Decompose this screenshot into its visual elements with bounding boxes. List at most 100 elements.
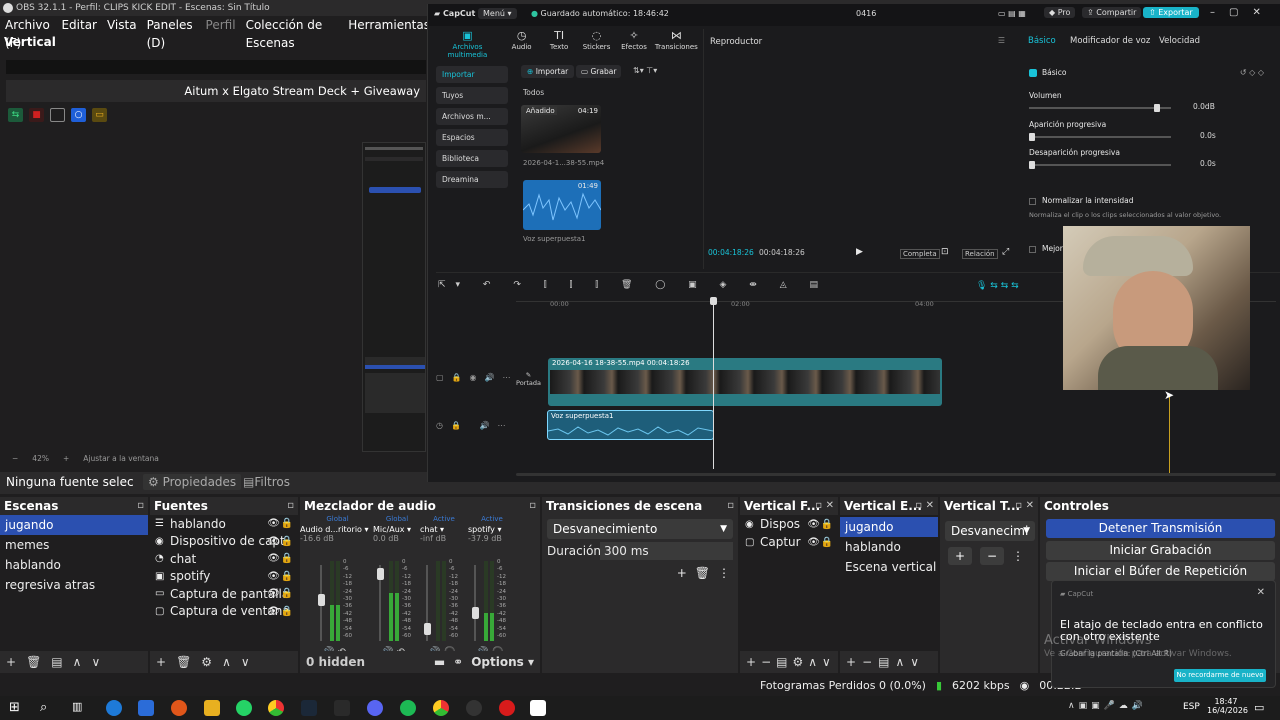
up-icon[interactable]: ∧ (808, 655, 817, 669)
lock-icon[interactable]: 🔒 (281, 536, 293, 547)
properties-button[interactable]: ⚙ Propiedades (143, 474, 242, 490)
close-icon[interactable]: ✕ (826, 497, 834, 515)
transition-select[interactable]: Desvanecimiento ▼ (547, 519, 733, 539)
fade-in-value[interactable]: 0.0s (1200, 131, 1216, 140)
zoom-minus-icon[interactable]: − (12, 454, 18, 463)
slider-knob[interactable] (1029, 133, 1035, 141)
menu-archivo[interactable]: Archivo (F) (5, 16, 51, 50)
chrome-icon[interactable] (433, 700, 449, 716)
complete-button[interactable]: Completa (900, 249, 940, 259)
share-button[interactable]: ⇪ Compartir (1082, 7, 1142, 18)
scene-item[interactable]: hablando (840, 537, 938, 557)
lock-icon[interactable]: 🔒 (281, 606, 293, 617)
menu-vista[interactable]: Vista (107, 16, 137, 34)
opera-icon[interactable] (499, 700, 515, 716)
volume-fader[interactable] (471, 565, 479, 641)
tab-stickers[interactable]: ◌ Stickers (580, 29, 613, 59)
eye-icon[interactable]: 👁 (807, 537, 820, 548)
stop-icon[interactable]: ■ (29, 108, 44, 122)
fade-out-value[interactable]: 0.0s (1200, 159, 1216, 168)
more-icon[interactable]: ⋮ (718, 566, 730, 580)
eye-icon[interactable]: 👁 (807, 519, 820, 530)
playhead[interactable] (713, 297, 714, 469)
slider-knob[interactable] (1154, 104, 1161, 112)
timeline-scrollbar[interactable] (516, 473, 1276, 476)
dock-menu-icon[interactable]: ▫ (815, 497, 822, 515)
down-icon[interactable]: ∨ (910, 655, 919, 669)
tab-text[interactable]: TI Texto (542, 29, 575, 59)
sort-filter-icons[interactable]: ⇅▾ ⊤▾ (633, 66, 657, 75)
source-item[interactable]: ▢ Captur 👁 🔒 (740, 533, 838, 551)
menu-paneles[interactable]: Paneles (D) (147, 16, 196, 50)
export-button[interactable]: ⇧ Exportar (1143, 7, 1199, 18)
add-icon[interactable]: + (156, 655, 166, 669)
dock-menu-icon[interactable]: ▫ (1015, 497, 1022, 515)
stream-deck-banner[interactable]: Aitum x Elgato Stream Deck + Giveaway (6, 80, 426, 102)
scene-item[interactable]: memes (0, 535, 148, 555)
up-icon[interactable]: ∧ (895, 655, 904, 669)
spotify-icon[interactable] (400, 700, 416, 716)
scene-item[interactable]: regresiva atras (0, 575, 148, 595)
gear-icon[interactable]: ⚙ (201, 655, 212, 669)
clock[interactable]: 18:47 16/4/2026 (1207, 697, 1248, 715)
volume-fader[interactable] (317, 565, 325, 641)
filter-icon[interactable]: ▤ (776, 655, 787, 669)
tab-speed[interactable]: Velocidad (1159, 36, 1200, 46)
chrome-icon[interactable] (268, 700, 284, 716)
cover-button[interactable]: ✎ Portada (516, 371, 541, 387)
down-icon[interactable]: ∨ (241, 655, 250, 669)
record-toggle-icon[interactable]: ⇆ (8, 108, 23, 122)
crop-icon[interactable]: ⊡ (941, 247, 949, 257)
search-icon[interactable]: ⌕ (40, 700, 56, 716)
media-clip-audio[interactable]: 01:49 (523, 180, 601, 230)
filter-icon[interactable]: ▤ (51, 655, 62, 669)
audio-clip[interactable]: Voz superpuesta1 (547, 410, 714, 440)
add-icon[interactable]: + (746, 655, 756, 669)
whatsapp-icon[interactable] (236, 700, 252, 716)
channel-name[interactable]: Audio d...ritorio ▾ (300, 525, 375, 534)
layout-icon[interactable]: ▭ ▤ ▦ (998, 9, 1026, 18)
up-icon[interactable]: ∧ (222, 655, 231, 669)
menu-herramientas[interactable]: Herramientas (348, 16, 430, 34)
volume-value[interactable]: 0.0dB (1193, 102, 1215, 111)
lock-icon[interactable]: 🔒 (281, 588, 293, 599)
channel-name[interactable]: spotify ▾ (468, 525, 516, 534)
source-item[interactable]: ◔ chat 👁 🔒 (150, 550, 298, 568)
firefox-icon[interactable] (171, 700, 187, 716)
menu-editar[interactable]: Editar (61, 16, 97, 34)
close-icon[interactable]: ✕ (926, 497, 934, 515)
import-button[interactable]: ⊕ Importar (521, 65, 575, 78)
side-dreamina[interactable]: Dreamina (436, 171, 508, 188)
dock-menu-icon[interactable]: ▫ (287, 497, 294, 515)
add-icon[interactable]: + (6, 655, 16, 669)
source-item[interactable]: ▣ spotify 👁 🔒 (150, 568, 298, 586)
lock-icon[interactable]: 🔒 (281, 518, 293, 529)
media-clip-video[interactable]: Añadido 04:19 (521, 105, 601, 153)
channel-name[interactable]: chat ▾ (420, 525, 468, 534)
side-import[interactable]: Importar (436, 66, 508, 83)
side-files[interactable]: Archivos m... (436, 108, 508, 125)
down-icon[interactable]: ∨ (91, 655, 100, 669)
vertical-transition-select[interactable]: Desvanecimi ▼ (945, 521, 1035, 541)
add-icon[interactable]: + (948, 547, 972, 565)
scene-item[interactable]: hablando (0, 555, 148, 575)
reset-icon[interactable]: ↺ ◇ ◇ (1240, 68, 1264, 77)
menu-icon[interactable]: ☰ (998, 36, 1005, 45)
start-replay-buffer-button[interactable]: Iniciar el Búfer de Repetición (1046, 562, 1275, 581)
record-button[interactable]: ▭ Grabar (576, 65, 622, 78)
audio-track-controls[interactable]: ◷🔒 🔊⋯ (436, 421, 513, 430)
store-icon[interactable] (138, 700, 154, 716)
source-item[interactable]: ◉ Dispositivo de capt 👁 🔒 (150, 533, 298, 551)
add-icon[interactable]: + (677, 566, 687, 580)
fader-knob[interactable] (423, 622, 431, 635)
scene-item[interactable]: jugando (0, 515, 148, 535)
menu-perfil[interactable]: Perfil (206, 16, 236, 34)
tab-transitions[interactable]: ⋈ Transiciones (655, 29, 698, 59)
tab-basic[interactable]: Básico (1028, 36, 1056, 46)
tab-effects[interactable]: ✧ Efectos (617, 29, 650, 59)
tray-icons[interactable]: ∧▣▣🎤☁🔊 (1068, 701, 1147, 711)
close-icon[interactable]: ✕ (1026, 497, 1034, 515)
stop-stream-button[interactable]: Detener Transmisión (1046, 519, 1275, 538)
duration-field[interactable]: 300 ms (600, 542, 733, 560)
dock-menu-icon[interactable]: ▫ (915, 497, 922, 515)
